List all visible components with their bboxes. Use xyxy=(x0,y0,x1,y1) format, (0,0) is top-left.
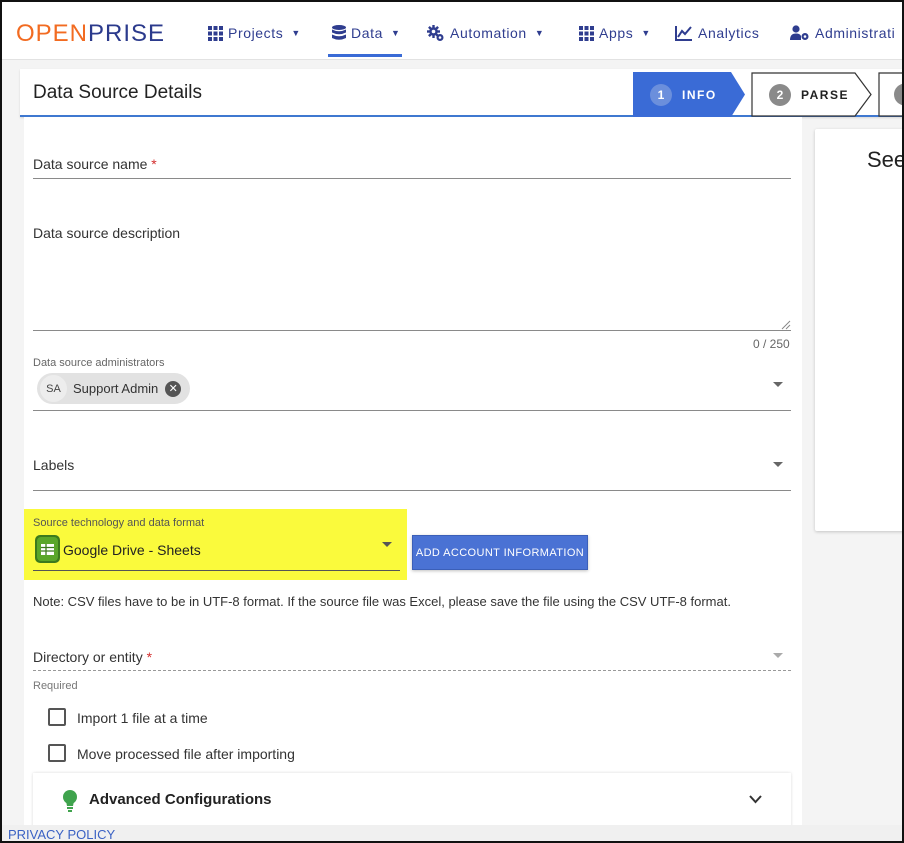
nav-projects-label: Projects xyxy=(228,25,284,41)
nav-data[interactable]: Data ▼ xyxy=(332,20,401,46)
step-info-number: 1 xyxy=(650,83,672,106)
labels-underline xyxy=(33,490,791,491)
logo-part-prise: PRISE xyxy=(88,20,166,47)
source-tech-label: Source technology and data format xyxy=(33,517,205,529)
nav-administration-label: Administrati xyxy=(815,25,896,41)
nav-apps-label: Apps xyxy=(599,25,634,41)
caret-down-icon: ▼ xyxy=(291,28,301,38)
nav-active-indicator xyxy=(328,54,402,57)
step-parse-number: 2 xyxy=(769,83,791,106)
nav-administration[interactable]: Administrati xyxy=(790,20,895,46)
admins-underline xyxy=(33,410,791,411)
admins-dropdown-arrow-icon[interactable] xyxy=(773,382,783,387)
logo-part-open: OPEN xyxy=(16,20,89,47)
chevron-down-icon[interactable] xyxy=(749,795,762,804)
details-header: Data Source Details 1 INFO 2 PARSE xyxy=(20,69,902,117)
admin-chip[interactable]: SA Support Admin ✕ xyxy=(37,373,190,404)
openprise-logo[interactable]: OPENPRISE xyxy=(16,22,165,46)
directory-dropdown-arrow-icon[interactable] xyxy=(773,653,783,658)
step-parse[interactable]: 2 PARSE xyxy=(769,72,849,117)
step-next-background xyxy=(878,72,902,117)
description-underline xyxy=(33,330,791,331)
app-window: OPENPRISE Projects ▼ Data ▼ Automation ▼… xyxy=(0,0,904,843)
side-panel: See xyxy=(815,129,904,531)
privacy-policy-link[interactable]: PRIVACY POLICY xyxy=(8,827,115,841)
import-one-label[interactable]: Import 1 file at a time xyxy=(77,710,208,726)
move-processed-checkbox[interactable] xyxy=(48,744,66,762)
nav-automation[interactable]: Automation ▼ xyxy=(427,20,544,46)
advanced-config-panel[interactable]: Advanced Configurations xyxy=(33,773,791,833)
name-input[interactable] xyxy=(33,147,791,179)
source-tech-dropdown-arrow-icon[interactable] xyxy=(382,542,392,547)
nav-analytics[interactable]: Analytics xyxy=(675,20,759,46)
labels-select[interactable] xyxy=(33,447,791,490)
advanced-config-title: Advanced Configurations xyxy=(89,791,272,808)
caret-down-icon: ▼ xyxy=(534,28,545,38)
add-account-info-button[interactable]: ADD ACCOUNT INFORMATION xyxy=(412,535,588,570)
admins-field-label: Data source administrators xyxy=(33,357,165,369)
user-gear-icon xyxy=(790,25,809,40)
labels-dropdown-arrow-icon[interactable] xyxy=(773,462,783,467)
grid-icon xyxy=(579,25,594,41)
resize-handle-icon[interactable] xyxy=(781,320,791,330)
name-input-underline xyxy=(33,178,791,179)
footer: PRIVACY POLICY xyxy=(2,825,902,841)
grid-icon xyxy=(208,25,223,41)
caret-down-icon: ▼ xyxy=(641,28,651,38)
nav-data-label: Data xyxy=(351,25,383,41)
step-info[interactable]: 1 INFO xyxy=(650,72,717,117)
lightbulb-icon xyxy=(63,790,77,812)
move-processed-label[interactable]: Move processed file after importing xyxy=(77,746,295,762)
chart-icon xyxy=(675,26,692,41)
caret-down-icon: ▼ xyxy=(390,28,401,38)
directory-hint: Required xyxy=(33,680,78,692)
nav-projects[interactable]: Projects ▼ xyxy=(208,20,301,46)
admin-chip-name: Support Admin xyxy=(73,381,159,396)
source-tech-select[interactable] xyxy=(33,532,400,570)
directory-underline xyxy=(33,670,791,671)
nav-apps[interactable]: Apps ▼ xyxy=(579,20,651,46)
database-icon xyxy=(332,25,346,40)
avatar: SA xyxy=(40,375,67,402)
csv-format-note: Note: CSV files have to be in UTF-8 form… xyxy=(33,594,731,609)
top-navigation: OPENPRISE Projects ▼ Data ▼ Automation ▼… xyxy=(2,2,902,60)
side-panel-title: See xyxy=(867,147,904,172)
nav-analytics-label: Analytics xyxy=(698,25,760,41)
description-textarea[interactable] xyxy=(33,217,791,330)
directory-select[interactable] xyxy=(33,640,791,670)
nav-automation-label: Automation xyxy=(450,25,527,41)
step-info-label: INFO xyxy=(682,87,717,102)
step-parse-label: PARSE xyxy=(801,87,849,102)
import-one-checkbox[interactable] xyxy=(48,708,66,726)
close-icon[interactable]: ✕ xyxy=(165,380,182,397)
description-counter: 0 / 250 xyxy=(753,337,790,351)
gears-icon xyxy=(427,24,444,41)
source-tech-underline xyxy=(33,570,400,571)
page-title: Data Source Details xyxy=(33,82,202,103)
